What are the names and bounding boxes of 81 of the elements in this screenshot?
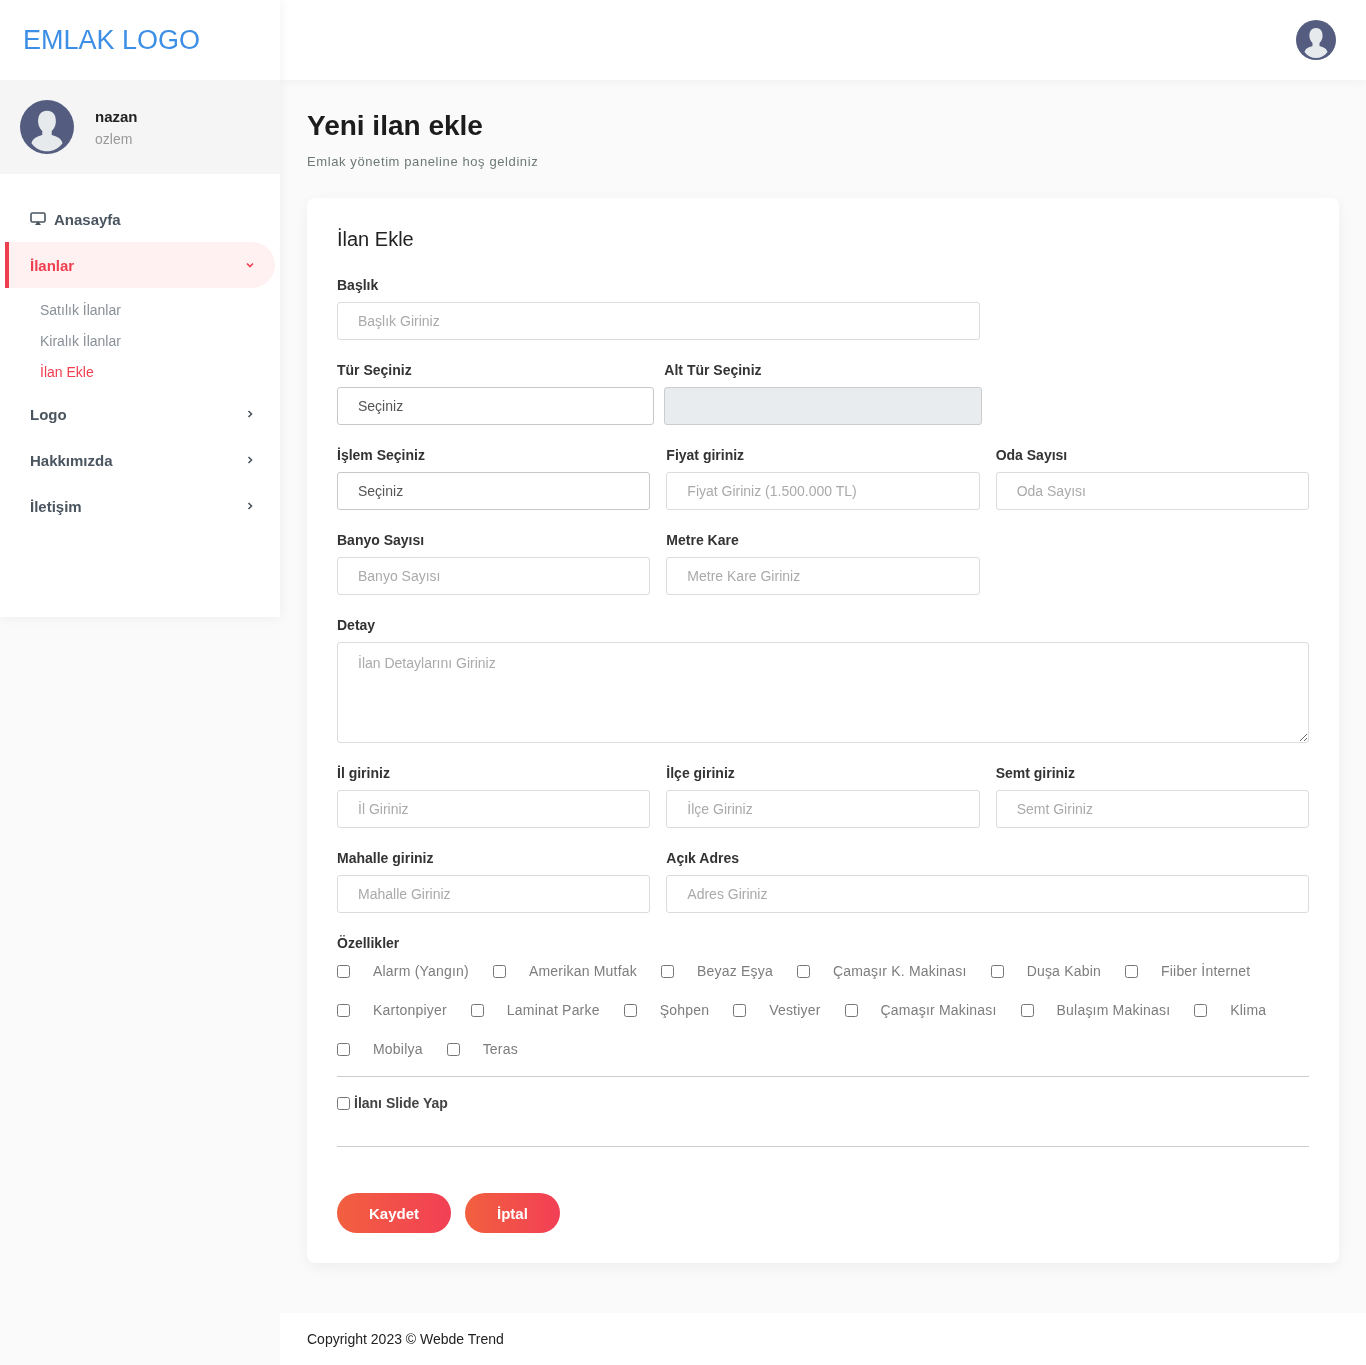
input-field[interactable]: Semt Giriniz: [995, 790, 1309, 828]
checkbox[interactable]: [796, 964, 810, 978]
input-field[interactable]: İl Giriniz: [337, 790, 651, 828]
checkbox-label: Amerikan Mutfak: [528, 963, 637, 979]
checkbox[interactable]: [337, 1042, 350, 1056]
monitor-icon: [30, 212, 46, 226]
checkbox[interactable]: [492, 964, 506, 978]
page-subtitle: Emlak yönetim paneline hoş geldiniz: [307, 154, 539, 169]
cancel-button[interactable]: İptal: [465, 1193, 560, 1233]
nav-item[interactable]: Logo: [5, 391, 275, 437]
checkbox[interactable]: [470, 1003, 484, 1017]
checkbox-label: Çamaşır Makinası: [880, 1002, 997, 1018]
user-name: nazan: [95, 107, 138, 125]
brand-logo[interactable]: EMLAK LOGO: [23, 24, 201, 56]
checkbox-label: Vestiyer: [769, 1002, 821, 1018]
input-field[interactable]: Banyo Sayısı: [337, 557, 651, 595]
page-title: Yeni ilan ekle: [307, 110, 483, 142]
user-role: ozlem: [95, 130, 134, 147]
checkbox-label: Mobilya: [373, 1041, 423, 1057]
field-label: Tür Seçiniz: [337, 362, 412, 378]
field-label: Metre Kare: [666, 532, 739, 548]
checkbox-label: Laminat Parke: [506, 1002, 600, 1018]
checkbox[interactable]: [990, 964, 1004, 978]
field-label: Fiyat giriniz: [666, 447, 745, 463]
field-label: İlçe giriniz: [666, 765, 735, 781]
card-title: İlan Ekle: [337, 228, 414, 251]
checkbox[interactable]: [1020, 1003, 1034, 1017]
nav-item[interactable]: Hakkımızda: [5, 437, 275, 483]
input-field[interactable]: Oda Sayısı: [995, 472, 1309, 510]
checkbox[interactable]: [337, 964, 350, 978]
submenu-item[interactable]: Kiralık İlanlar: [40, 325, 121, 356]
checkbox[interactable]: [733, 1003, 747, 1017]
field-label: Alt Tür Seçiniz: [664, 362, 762, 378]
section-label: Özellikler: [337, 935, 400, 951]
nav-item[interactable]: İletişim: [5, 483, 275, 529]
checkbox-label: Duşa Kabin: [1026, 963, 1101, 979]
field-label: Oda Sayısı: [995, 447, 1068, 463]
checkbox-label: Fiiber İnternet: [1161, 963, 1251, 979]
submenu-item[interactable]: Satılık İlanlar: [40, 294, 121, 325]
avatar: [20, 100, 74, 154]
checkbox-label: Şohpen: [659, 1002, 710, 1018]
nav-item[interactable]: İlanlar: [5, 242, 275, 288]
input-field[interactable]: Mahalle Giriniz: [337, 875, 651, 913]
input-field[interactable]: Başlık Giriniz: [337, 302, 980, 340]
submenu-item[interactable]: İlan Ekle: [40, 356, 94, 387]
copyright-text: Copyright 2023 © Webde Trend: [307, 1331, 504, 1347]
checkbox[interactable]: [623, 1003, 637, 1017]
field-label: Detay: [337, 617, 376, 633]
field-label: Açık Adres: [666, 850, 739, 866]
select-field[interactable]: Seçiniz: [337, 387, 655, 425]
field-label: Mahalle giriniz: [337, 850, 434, 866]
checkbox-label: İlanı Slide Yap: [354, 1095, 448, 1111]
save-button[interactable]: Kaydet: [337, 1193, 452, 1233]
field-label: Banyo Sayısı: [337, 532, 425, 548]
checkbox-label: Kartonpiyer: [373, 1002, 447, 1018]
nav-item[interactable]: Anasayfa: [5, 196, 275, 242]
field-label: İl giriniz: [337, 765, 390, 781]
field-label: İşlem Seçiniz: [337, 447, 425, 463]
checkbox[interactable]: [337, 1096, 350, 1110]
checkbox[interactable]: [446, 1042, 460, 1056]
checkbox[interactable]: [660, 964, 674, 978]
checkbox[interactable]: [844, 1003, 858, 1017]
input-field[interactable]: Fiyat Giriniz (1.500.000 TL): [666, 472, 980, 510]
checkbox[interactable]: [1125, 964, 1138, 978]
input-field[interactable]: Adres Giriniz: [666, 875, 1309, 913]
checkbox-label: Alarm (Yangın): [373, 963, 469, 979]
checkbox[interactable]: [337, 1003, 350, 1017]
checkbox[interactable]: [1194, 1003, 1208, 1017]
input-field[interactable]: Metre Kare Giriniz: [666, 557, 980, 595]
checkbox-label: Beyaz Eşya: [696, 963, 773, 979]
checkbox-label: Bulaşım Makinası: [1056, 1002, 1171, 1018]
field-label: Semt giriniz: [995, 765, 1075, 781]
checkbox-label: Teras: [482, 1041, 518, 1057]
avatar: [1296, 20, 1336, 60]
field-label: Başlık: [337, 277, 379, 293]
input-field[interactable]: İlçe Giriniz: [666, 790, 980, 828]
select-field[interactable]: [664, 387, 982, 425]
checkbox-label: Çamaşır K. Makinası: [832, 963, 967, 979]
checkbox-label: Klima: [1230, 1002, 1267, 1018]
select-field[interactable]: Seçiniz: [337, 472, 651, 510]
textarea-field[interactable]: İlan Detaylarını Giriniz: [337, 642, 1309, 743]
